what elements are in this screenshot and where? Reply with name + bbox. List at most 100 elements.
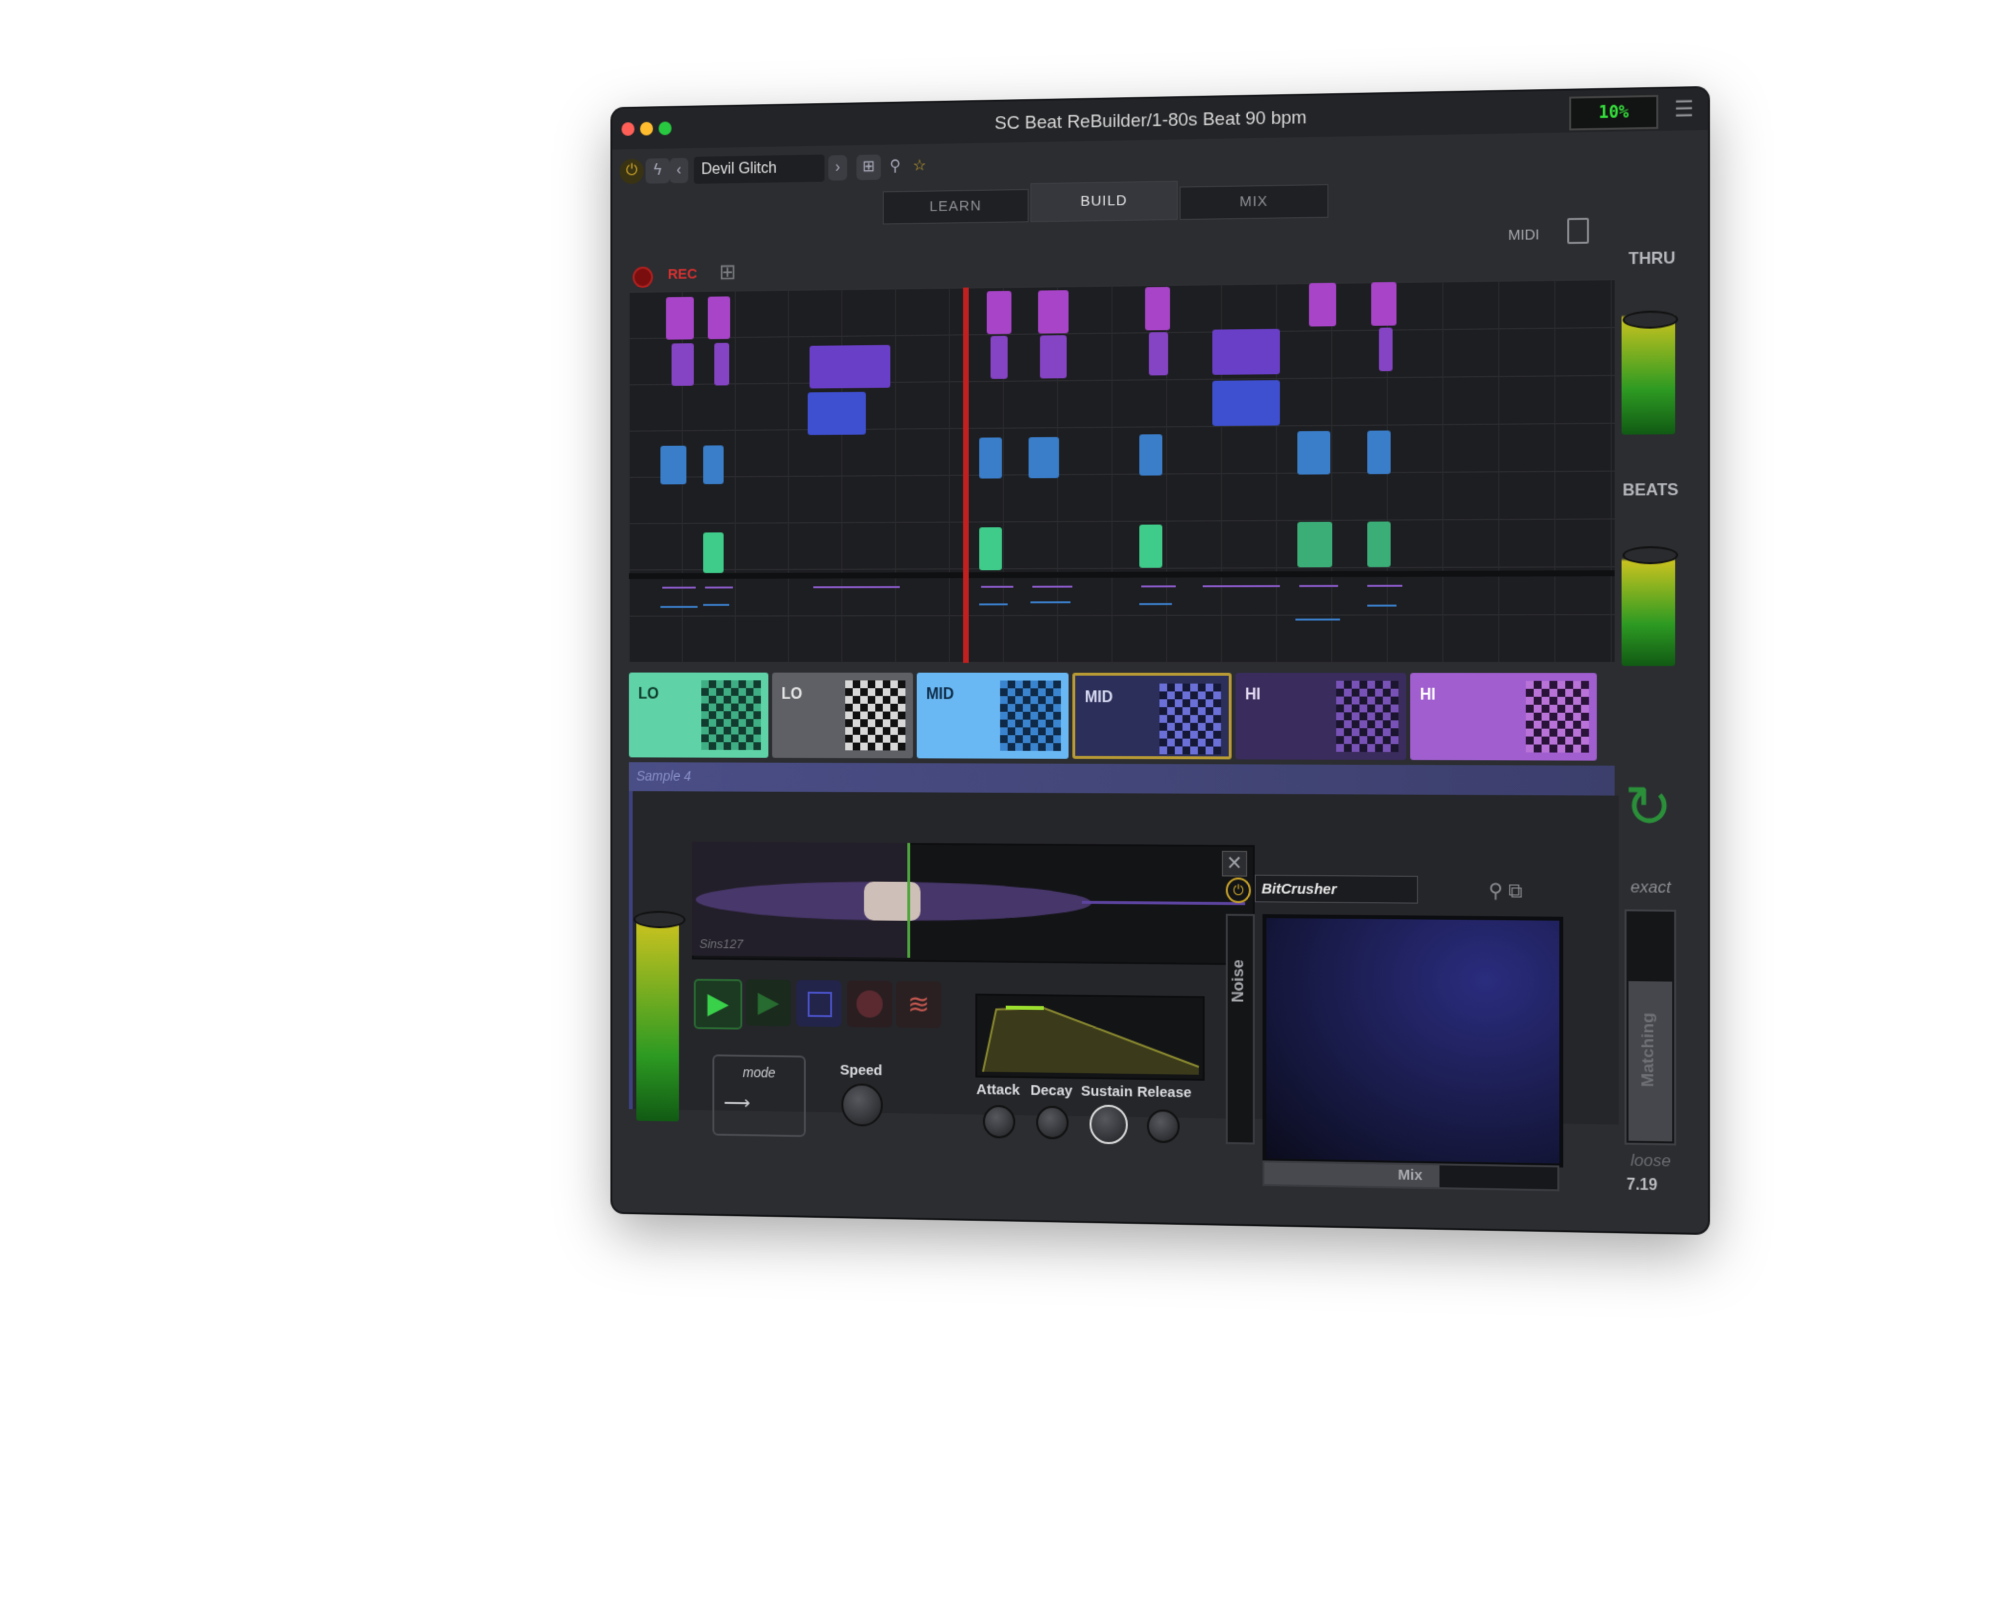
note-block[interactable] bbox=[671, 343, 694, 386]
automation-line[interactable] bbox=[703, 603, 730, 606]
note-block[interactable] bbox=[979, 437, 1002, 479]
pad-hi-2[interactable]: HI bbox=[1410, 672, 1597, 761]
record-icon[interactable] bbox=[632, 266, 654, 288]
automation-line[interactable] bbox=[1367, 604, 1397, 607]
stop-button[interactable] bbox=[796, 979, 842, 1027]
expand-icon[interactable]: ⧉ bbox=[1508, 881, 1522, 903]
note-block[interactable] bbox=[1139, 434, 1163, 476]
mix-slider[interactable]: Mix bbox=[1262, 1160, 1560, 1192]
automation-line[interactable] bbox=[704, 586, 733, 589]
playhead[interactable] bbox=[963, 287, 969, 663]
play-icon[interactable]: ▶ bbox=[693, 978, 743, 1030]
note-block[interactable] bbox=[1308, 282, 1337, 327]
note-block[interactable] bbox=[986, 290, 1012, 335]
loop-marker[interactable] bbox=[907, 842, 911, 958]
sample-volume-fader[interactable] bbox=[636, 860, 679, 1122]
chevron-left-icon[interactable]: ‹ bbox=[669, 157, 689, 184]
fx-selector[interactable]: BitCrusher bbox=[1254, 874, 1418, 904]
power-icon[interactable]: ⏻ bbox=[619, 158, 644, 185]
note-block[interactable] bbox=[979, 527, 1002, 571]
beats-fader[interactable] bbox=[1621, 516, 1676, 666]
bolt-icon[interactable]: ϟ bbox=[645, 158, 670, 184]
waveform-peak bbox=[863, 881, 921, 921]
chevron-right-icon[interactable]: › bbox=[828, 155, 848, 181]
pad-thumbnail bbox=[1000, 680, 1061, 751]
note-block[interactable] bbox=[1367, 521, 1391, 568]
pad-lo-2[interactable]: LO bbox=[772, 672, 913, 759]
note-block[interactable] bbox=[1378, 327, 1393, 372]
note-block[interactable] bbox=[807, 391, 866, 436]
pad-hi-1[interactable]: HI bbox=[1235, 672, 1407, 760]
add-icon[interactable]: ⊞ bbox=[856, 154, 881, 181]
tab-mix[interactable]: MIX bbox=[1179, 184, 1329, 220]
note-block[interactable] bbox=[1367, 430, 1391, 475]
hamburger-icon[interactable]: ☰ bbox=[1674, 96, 1696, 121]
automation-line[interactable] bbox=[1032, 585, 1073, 588]
tab-build[interactable]: BUILD bbox=[1030, 180, 1178, 223]
automation-line[interactable] bbox=[813, 586, 900, 589]
attack-knob[interactable] bbox=[982, 1104, 1016, 1139]
document-icon[interactable]: doc bbox=[1567, 217, 1589, 244]
star-icon[interactable]: ☆ bbox=[907, 154, 932, 180]
play-selection-icon[interactable]: ▶ bbox=[745, 979, 791, 1027]
note-block[interactable] bbox=[703, 445, 724, 485]
fader-handle[interactable] bbox=[633, 910, 686, 929]
fx-power-icon[interactable]: ⏻ bbox=[1225, 877, 1251, 904]
note-block[interactable] bbox=[707, 296, 731, 340]
pad-lo-1[interactable]: LO bbox=[628, 672, 769, 758]
tab-learn[interactable]: LEARN bbox=[882, 189, 1029, 225]
pad-mid-1[interactable]: MID bbox=[916, 672, 1069, 759]
automation-line[interactable] bbox=[1295, 618, 1341, 621]
automation-line[interactable] bbox=[981, 585, 1014, 588]
noise-slider[interactable] bbox=[1225, 913, 1255, 1145]
decay-knob[interactable] bbox=[1036, 1105, 1069, 1140]
note-block[interactable] bbox=[1038, 290, 1069, 334]
automation-line[interactable] bbox=[662, 586, 696, 589]
sustain-knob[interactable] bbox=[1089, 1104, 1128, 1145]
automation-line[interactable] bbox=[1299, 584, 1339, 588]
automation-line[interactable] bbox=[1367, 584, 1403, 587]
note-block[interactable] bbox=[1297, 430, 1331, 475]
automation-line[interactable] bbox=[979, 603, 1008, 606]
note-block[interactable] bbox=[660, 445, 687, 485]
note-block[interactable] bbox=[703, 532, 724, 574]
arrow-right-icon: ⟶ bbox=[723, 1092, 751, 1114]
note-block[interactable] bbox=[990, 335, 1008, 379]
note-block[interactable] bbox=[1212, 380, 1280, 426]
note-block[interactable] bbox=[1039, 335, 1067, 379]
automation-line[interactable] bbox=[660, 605, 698, 608]
close-icon[interactable]: ✕ bbox=[1221, 850, 1248, 877]
fader-handle[interactable] bbox=[1622, 546, 1679, 565]
automation-line[interactable] bbox=[1139, 603, 1172, 606]
note-block[interactable] bbox=[1297, 521, 1333, 568]
note-block[interactable] bbox=[1212, 328, 1280, 375]
record-sample-button[interactable] bbox=[847, 980, 893, 1028]
note-block[interactable] bbox=[714, 342, 730, 386]
sequencer-grid[interactable] bbox=[628, 279, 1615, 663]
loop-icon[interactable]: ↻ bbox=[1619, 775, 1679, 840]
automation-line[interactable] bbox=[1030, 601, 1071, 604]
note-block[interactable] bbox=[1028, 436, 1060, 479]
thru-fader[interactable] bbox=[1621, 284, 1676, 435]
pad-thumbnail bbox=[845, 680, 906, 751]
release-knob[interactable] bbox=[1146, 1109, 1180, 1144]
search-icon[interactable]: ⚲ bbox=[1488, 880, 1502, 902]
preset-selector[interactable]: Devil Glitch bbox=[693, 154, 825, 184]
speed-knob[interactable] bbox=[841, 1083, 883, 1127]
note-block[interactable] bbox=[1148, 332, 1169, 376]
fx-xy-pad[interactable] bbox=[1262, 914, 1564, 1168]
note-block[interactable] bbox=[809, 344, 891, 389]
automation-line[interactable] bbox=[1141, 585, 1176, 588]
grid-icon[interactable]: ⊞ bbox=[719, 260, 739, 284]
note-block[interactable] bbox=[1145, 286, 1171, 331]
layers-icon[interactable]: ≋ bbox=[895, 980, 942, 1029]
search-icon[interactable]: ⚲ bbox=[883, 154, 908, 180]
pad-mid-2[interactable]: MID bbox=[1072, 672, 1232, 760]
envelope-display[interactable] bbox=[975, 993, 1205, 1081]
note-block[interactable] bbox=[665, 296, 694, 340]
midi-label[interactable]: MIDI bbox=[1508, 226, 1539, 243]
mode-selector[interactable]: mode ⟶ bbox=[712, 1054, 806, 1138]
note-block[interactable] bbox=[1139, 524, 1163, 568]
automation-line[interactable] bbox=[1202, 585, 1280, 588]
note-block[interactable] bbox=[1371, 282, 1397, 326]
